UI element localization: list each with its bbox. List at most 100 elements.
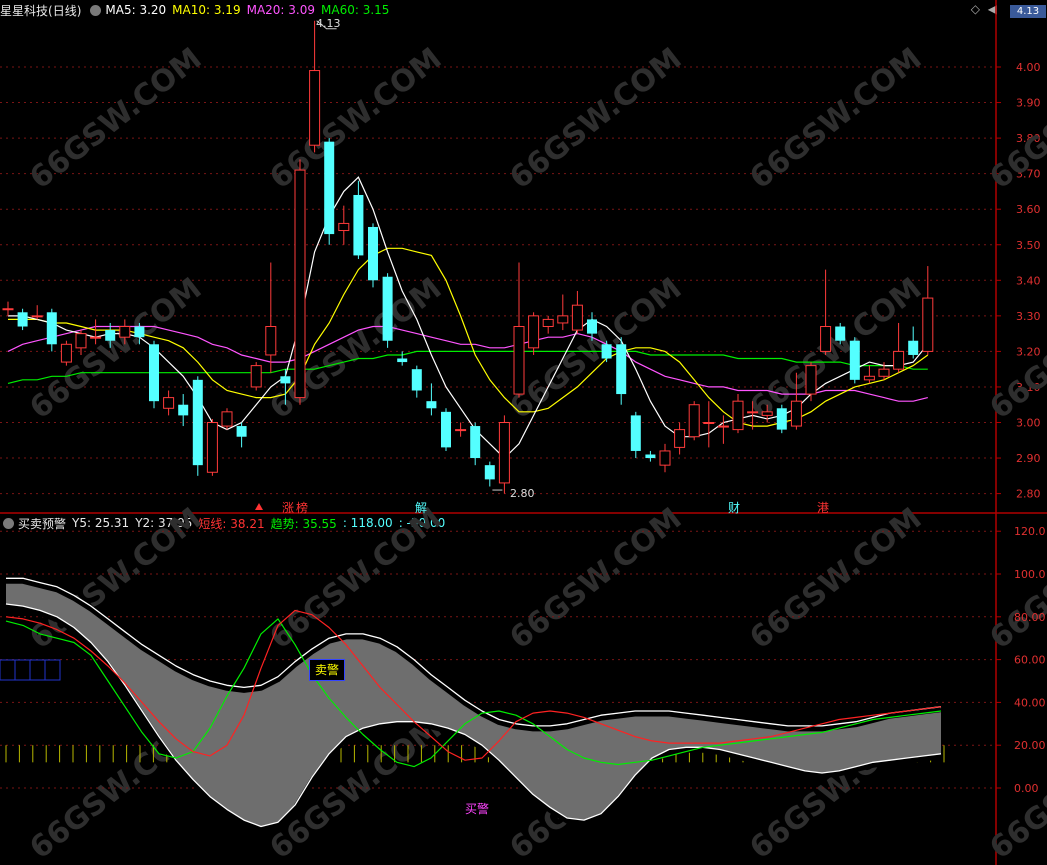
ind-tick-label: 100.0	[1014, 568, 1046, 581]
candle-body	[134, 326, 145, 338]
candle-body	[601, 344, 612, 359]
candle-body	[455, 429, 467, 432]
candle-body	[747, 411, 759, 414]
candle-body	[513, 326, 525, 395]
candle-body	[805, 365, 817, 395]
watermark: 66GSW.COM	[23, 271, 208, 426]
sell-warning-label: 卖警	[309, 659, 345, 681]
candle-body	[46, 312, 57, 345]
candle-body	[557, 315, 569, 324]
candle-body	[863, 375, 875, 381]
candle-body	[309, 70, 321, 146]
candle-body	[776, 408, 787, 430]
candle-body	[250, 365, 262, 388]
candle-body	[324, 141, 335, 235]
candle-body	[688, 404, 700, 438]
up-triangle-icon	[255, 503, 263, 510]
low-price-label: 2.80	[510, 487, 535, 500]
ind-tick-label: 0.00	[1014, 782, 1039, 795]
candle-body	[717, 425, 729, 428]
candle-body	[411, 369, 422, 391]
ind-tick-label: 80.00	[1014, 611, 1046, 624]
chart-canvas[interactable]: 4.003.903.803.703.603.503.403.303.203.10…	[0, 0, 1047, 865]
ind-tick-label: 40.00	[1014, 696, 1046, 709]
price-tick-label: 2.90	[1016, 452, 1041, 465]
price-tick-label: 3.00	[1016, 417, 1041, 430]
candle-body	[382, 276, 393, 341]
price-tick-label: 4.00	[1016, 61, 1041, 74]
candle-body	[206, 422, 218, 473]
candle-body	[835, 326, 846, 341]
candle-body	[528, 315, 540, 349]
candle-body	[878, 368, 890, 377]
candle-body	[645, 454, 656, 459]
watermark: 66GSW.COM	[263, 271, 448, 426]
candle-body	[192, 379, 203, 466]
watermark: 66GSW.COM	[503, 501, 688, 656]
candle-body	[17, 312, 28, 327]
price-tick-label: 2.80	[1016, 488, 1041, 501]
price-tick-label: 3.50	[1016, 239, 1041, 252]
candle-body	[893, 350, 905, 370]
candle-body	[221, 411, 233, 427]
candle-body	[2, 308, 14, 311]
watermark: 66GSW.COM	[743, 271, 928, 426]
candle-body	[470, 426, 481, 459]
candle-body	[353, 194, 364, 256]
candle-body	[60, 343, 72, 363]
candle-body	[630, 415, 641, 451]
candle-body	[31, 315, 43, 318]
ind-tick-label: 20.00	[1014, 739, 1046, 752]
price-tick-label: 3.90	[1016, 97, 1041, 110]
candle-body	[75, 333, 87, 349]
candle-body	[338, 222, 350, 232]
marker-zhang: 涨	[282, 501, 295, 515]
candle-body	[908, 340, 919, 355]
buy-warning-label: 买警	[465, 802, 490, 816]
candle-body	[484, 465, 495, 480]
candle-body	[265, 326, 277, 356]
candle-body	[542, 318, 554, 328]
price-tick-label: 3.40	[1016, 274, 1041, 287]
watermark: 66GSW.COM	[503, 41, 688, 196]
candle-body	[236, 426, 247, 437]
watermark: 66GSW.COM	[743, 41, 928, 196]
candle-body	[703, 422, 715, 424]
candle-body	[761, 411, 773, 416]
candle-body	[105, 330, 116, 341]
watermark: 66GSW.COM	[743, 501, 928, 656]
marker-cai: 财	[728, 501, 741, 515]
ind-tick-label: 120.0	[1014, 525, 1046, 538]
watermark: 66GSW.COM	[263, 41, 448, 196]
candle-body	[163, 397, 175, 409]
corner-value: 4.13	[1010, 5, 1046, 18]
candle-body	[732, 400, 744, 431]
marker-jie: 解	[415, 501, 428, 515]
ind-tick-label: 60.00	[1014, 654, 1046, 667]
candle-body	[280, 376, 291, 384]
candle-body	[294, 169, 306, 399]
price-tick-label: 3.60	[1016, 203, 1041, 216]
candle-body	[659, 450, 671, 466]
candle-body	[616, 344, 627, 395]
candle-body	[922, 297, 934, 352]
candle-body	[790, 400, 802, 427]
marker-bang: 榜	[296, 501, 309, 515]
candle-body	[674, 429, 686, 448]
candle-body	[441, 411, 451, 448]
candle-body	[90, 336, 102, 339]
candle-body	[149, 344, 159, 402]
high-price-label: 4.13	[316, 17, 341, 30]
candle-body	[426, 401, 437, 409]
candle-body	[571, 304, 583, 331]
marker-gang: 港	[817, 501, 830, 515]
candle-body	[820, 326, 832, 352]
candle-body	[397, 358, 408, 363]
candle-body	[178, 404, 189, 416]
candle-body	[119, 326, 131, 338]
watermark: 66GSW.COM	[503, 271, 688, 426]
candle-body	[498, 422, 510, 484]
candle-body	[368, 226, 378, 281]
price-tick-label: 3.30	[1016, 310, 1041, 323]
candle-body	[587, 319, 597, 334]
